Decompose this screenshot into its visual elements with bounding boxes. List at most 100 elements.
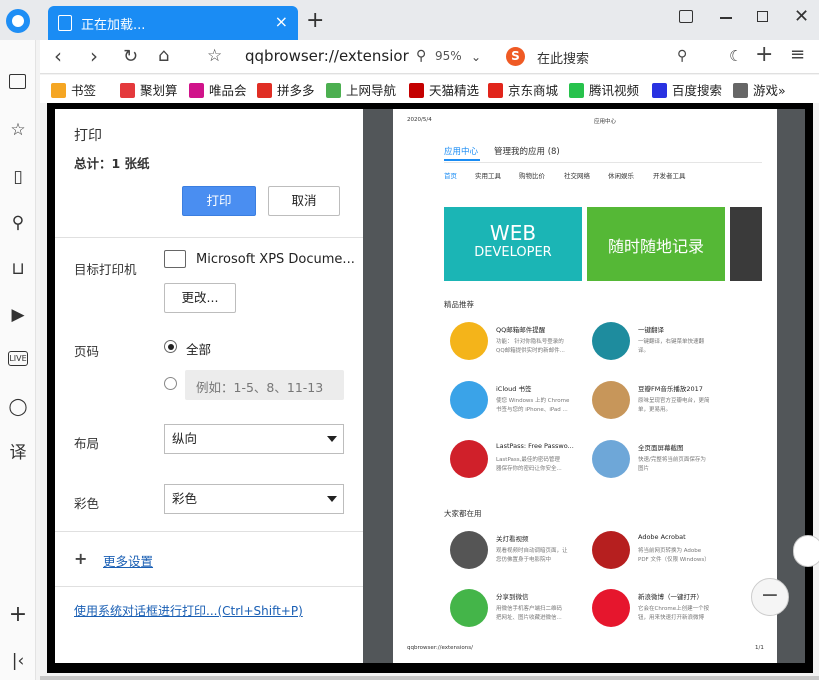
printer-name: Microsoft XPS Docume... bbox=[196, 252, 355, 267]
app-description: 把网址、图片收藏进微信... bbox=[496, 615, 562, 621]
bookmark-item[interactable]: 唯品会 bbox=[189, 80, 247, 99]
pages-all-label: 全部 bbox=[186, 342, 212, 357]
pages-range-placeholder: 例如：1-5、8、11-13 bbox=[196, 380, 324, 395]
forward-icon[interactable]: › bbox=[90, 44, 98, 68]
app-icon bbox=[592, 589, 630, 627]
chevron-down-icon[interactable]: ⌄ bbox=[471, 50, 481, 64]
app-description: 它会在Chrome上创建一个按 bbox=[638, 606, 710, 612]
search-icon[interactable]: ⚲ bbox=[677, 48, 687, 64]
book-icon[interactable]: ▯ bbox=[8, 167, 28, 187]
news-icon[interactable] bbox=[9, 74, 26, 89]
category-item: 开发者工具 bbox=[653, 172, 686, 180]
bookmark-icon bbox=[257, 83, 272, 98]
tab-manage-apps: 管理我的应用 (8) bbox=[494, 147, 560, 157]
banner-note: 随时随地记录 bbox=[587, 207, 725, 281]
zoom-level[interactable]: 95% bbox=[435, 49, 462, 63]
bookmark-item[interactable]: 上网导航 bbox=[326, 80, 396, 99]
bookmark-item[interactable]: 书签 bbox=[51, 80, 96, 99]
translate-icon[interactable]: 译 bbox=[8, 443, 28, 463]
bookmark-icon bbox=[120, 83, 135, 98]
minimize-icon[interactable] bbox=[720, 17, 732, 19]
app-description: 书签与您的 iPhone、iPad ... bbox=[496, 407, 568, 413]
new-tab-icon[interactable]: + bbox=[306, 8, 324, 33]
bookmark-item[interactable]: 京东商城 bbox=[488, 80, 558, 99]
app-icon bbox=[592, 322, 630, 360]
dropdown-caret-icon bbox=[327, 496, 337, 502]
add-icon[interactable]: + bbox=[8, 604, 28, 626]
sheet-total: 总计：1 张纸 bbox=[74, 156, 150, 171]
search-engine-icon[interactable]: S bbox=[506, 47, 525, 66]
plus-icon[interactable]: + bbox=[74, 549, 87, 568]
zoom-in-button[interactable] bbox=[793, 535, 819, 567]
pages-range-input[interactable]: 例如：1-5、8、11-13 bbox=[185, 370, 344, 400]
address-bar[interactable]: qqbrowser://extensior bbox=[245, 47, 409, 65]
app-name: 关灯看视频 bbox=[496, 535, 529, 543]
collapse-sidebar-icon[interactable]: |‹ bbox=[8, 651, 28, 671]
more-settings-link[interactable]: 更多设置 bbox=[103, 551, 153, 570]
horizontal-scrollbar[interactable] bbox=[40, 676, 819, 680]
live-icon[interactable]: LIVE bbox=[8, 351, 28, 366]
close-window-icon[interactable]: ✕ bbox=[794, 6, 809, 27]
app-description: 器保存你的密码让你安全... bbox=[496, 466, 562, 472]
page-footer-number: 1/1 bbox=[755, 645, 764, 651]
bookmark-item[interactable]: 百度搜索 bbox=[652, 80, 722, 99]
cancel-button[interactable]: 取消 bbox=[268, 186, 340, 216]
cart-icon[interactable]: ⊔ bbox=[8, 259, 28, 279]
shirt-skin-icon[interactable] bbox=[679, 10, 693, 23]
system-dialog-link[interactable]: 使用系统对话框进行打印...(Ctrl+Shift+P) bbox=[74, 602, 303, 619]
tab-title: 正在加载... bbox=[81, 18, 146, 33]
refresh-icon[interactable]: ↻ bbox=[123, 46, 138, 67]
app-icon bbox=[450, 440, 488, 478]
divider bbox=[55, 237, 363, 238]
zoom-out-icon[interactable]: − bbox=[751, 578, 789, 616]
bookmark-icon bbox=[51, 83, 66, 98]
bookmark-item[interactable]: 拼多多 bbox=[257, 80, 315, 99]
favorites-star-icon[interactable]: ☆ bbox=[8, 120, 28, 140]
bookmark-star-icon[interactable]: ☆ bbox=[207, 46, 222, 66]
banner-developer-text: DEVELOPER bbox=[474, 245, 552, 260]
dropdown-caret-icon bbox=[327, 436, 337, 442]
zoom-icon[interactable]: ⚲ bbox=[416, 48, 426, 64]
pages-custom-radio[interactable] bbox=[164, 377, 177, 390]
menu-icon[interactable]: ≡ bbox=[790, 44, 805, 65]
tab-close-icon[interactable]: × bbox=[275, 12, 288, 31]
bookmark-icon bbox=[569, 83, 584, 98]
tab-loading[interactable]: 正在加载... × bbox=[48, 6, 298, 40]
navigation-bar: ‹ › ↻ ⌂ ☆ qqbrowser://extensior ⚲ 95% ⌄ … bbox=[40, 40, 819, 74]
app-description: PDF 文件（仅限 Windows） bbox=[638, 557, 710, 563]
maximize-icon[interactable] bbox=[757, 11, 768, 22]
pages-all-radio[interactable] bbox=[164, 340, 177, 353]
color-value: 彩色 bbox=[172, 491, 198, 506]
bookmark-label: 书签 bbox=[71, 83, 97, 98]
app-description: QQ邮箱提供实时的新邮件... bbox=[496, 348, 565, 354]
bookmark-item[interactable]: 游戏» bbox=[733, 80, 786, 99]
search-icon[interactable]: ⚲ bbox=[8, 213, 28, 233]
banner-web-text: WEB bbox=[489, 221, 537, 245]
video-icon[interactable]: ▶ bbox=[8, 305, 28, 325]
app-description: 用微信手机客户端扫二维码 bbox=[496, 606, 563, 612]
back-icon[interactable]: ‹ bbox=[54, 44, 62, 68]
bookmark-label: 唯品会 bbox=[209, 83, 247, 98]
bookmark-item[interactable]: 聚划算 bbox=[120, 80, 178, 99]
add-icon[interactable]: + bbox=[755, 42, 773, 67]
print-title: 打印 bbox=[74, 128, 102, 144]
color-select[interactable]: 彩色 bbox=[164, 484, 344, 514]
bookmark-item[interactable]: 腾讯视频 bbox=[569, 80, 639, 99]
chat-bubble-icon[interactable]: ◯ bbox=[8, 397, 28, 417]
bookmark-label: 聚划算 bbox=[140, 83, 178, 98]
category-item: 社交网络 bbox=[564, 172, 590, 180]
app-description: 功能： 针对你隐私号登录的 bbox=[496, 339, 564, 345]
app-description: 将当前网页转换为 Adobe bbox=[638, 548, 702, 554]
app-name: Adobe Acrobat bbox=[638, 533, 686, 541]
layout-select[interactable]: 纵向 bbox=[164, 424, 344, 454]
bookmark-item[interactable]: 天猫精选 bbox=[409, 80, 479, 99]
home-icon[interactable]: ⌂ bbox=[158, 45, 169, 66]
category-item: 休闲娱乐 bbox=[608, 172, 634, 180]
print-button[interactable]: 打印 bbox=[182, 186, 256, 216]
night-mode-icon[interactable]: ☾ bbox=[729, 47, 742, 65]
section-popular: 大家都在用 bbox=[444, 509, 482, 518]
change-printer-button[interactable]: 更改... bbox=[164, 283, 236, 313]
app-description: 钮，用来快速打开新浪微博 bbox=[638, 615, 705, 621]
search-input[interactable]: 在此搜索 bbox=[537, 48, 589, 67]
layout-label: 布局 bbox=[74, 436, 100, 451]
